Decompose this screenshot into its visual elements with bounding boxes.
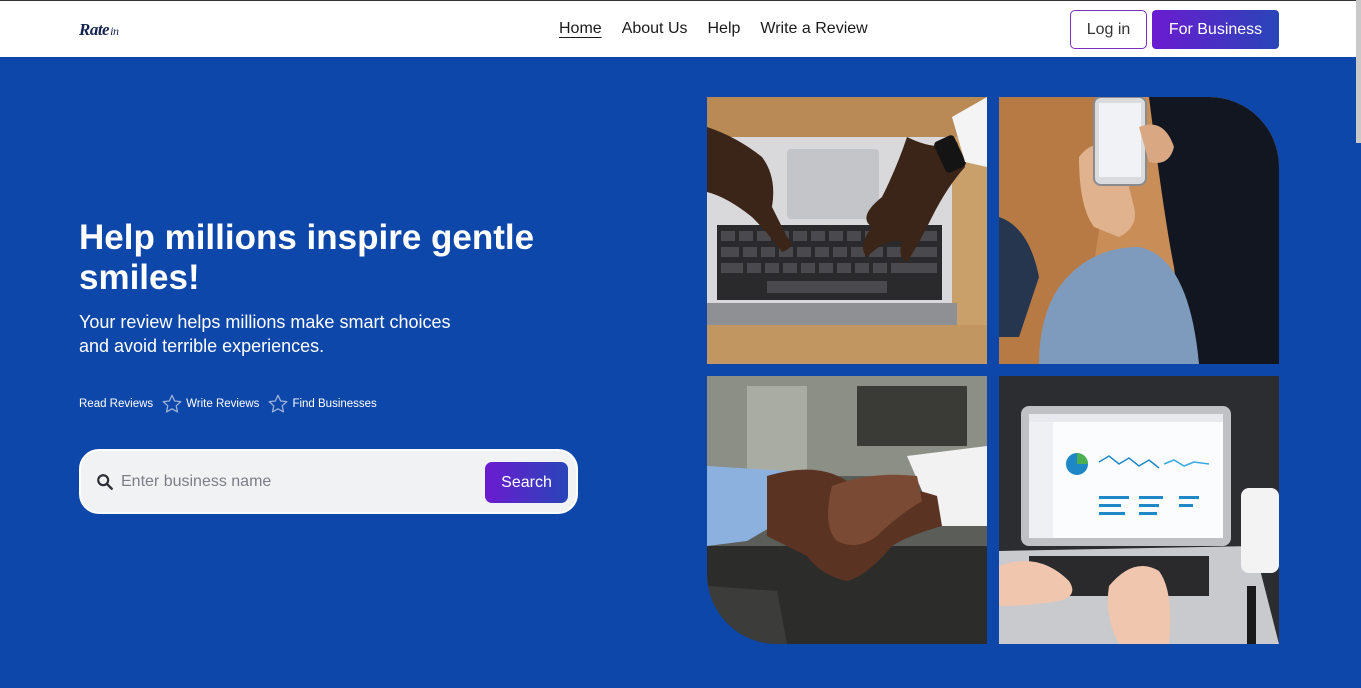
feature-read-reviews: Read Reviews bbox=[79, 398, 154, 410]
nav-about-link[interactable]: About Us bbox=[622, 19, 688, 39]
page-scrollbar[interactable] bbox=[1356, 0, 1361, 143]
feature-list: Read Reviews Write Reviews Find Business… bbox=[79, 393, 377, 415]
logo-text: Ratein bbox=[79, 20, 119, 39]
person-holding-phone-image bbox=[999, 97, 1279, 364]
nav-home-link[interactable]: Home bbox=[559, 19, 602, 39]
laptop-analytics-dashboard-image bbox=[999, 376, 1279, 644]
star-outline-icon bbox=[268, 394, 288, 413]
hero-title: Help millions inspire gentle smiles! bbox=[79, 218, 535, 297]
search-bar: Search bbox=[79, 449, 578, 514]
hands-typing-laptop-image bbox=[707, 97, 987, 364]
top-navigation-bar: Ratein Home About Us Help Write a Review… bbox=[0, 0, 1361, 57]
hero-subtitle: Your review helps millions make smart ch… bbox=[79, 312, 451, 356]
nav-write-review-link[interactable]: Write a Review bbox=[760, 19, 867, 39]
star-outline-icon bbox=[162, 394, 182, 413]
for-business-button[interactable]: For Business bbox=[1152, 10, 1279, 49]
search-icon bbox=[97, 474, 113, 490]
handshake-image bbox=[707, 376, 987, 644]
nav-help-link[interactable]: Help bbox=[708, 19, 741, 39]
feature-write-reviews: Write Reviews bbox=[186, 398, 260, 410]
login-button[interactable]: Log in bbox=[1070, 10, 1147, 49]
main-nav: Home About Us Help Write a Review bbox=[559, 19, 868, 39]
search-button[interactable]: Search bbox=[485, 462, 568, 503]
feature-find-businesses: Find Businesses bbox=[292, 398, 377, 410]
brand-logo[interactable]: Ratein bbox=[79, 20, 119, 40]
business-search-input[interactable] bbox=[121, 469, 481, 495]
